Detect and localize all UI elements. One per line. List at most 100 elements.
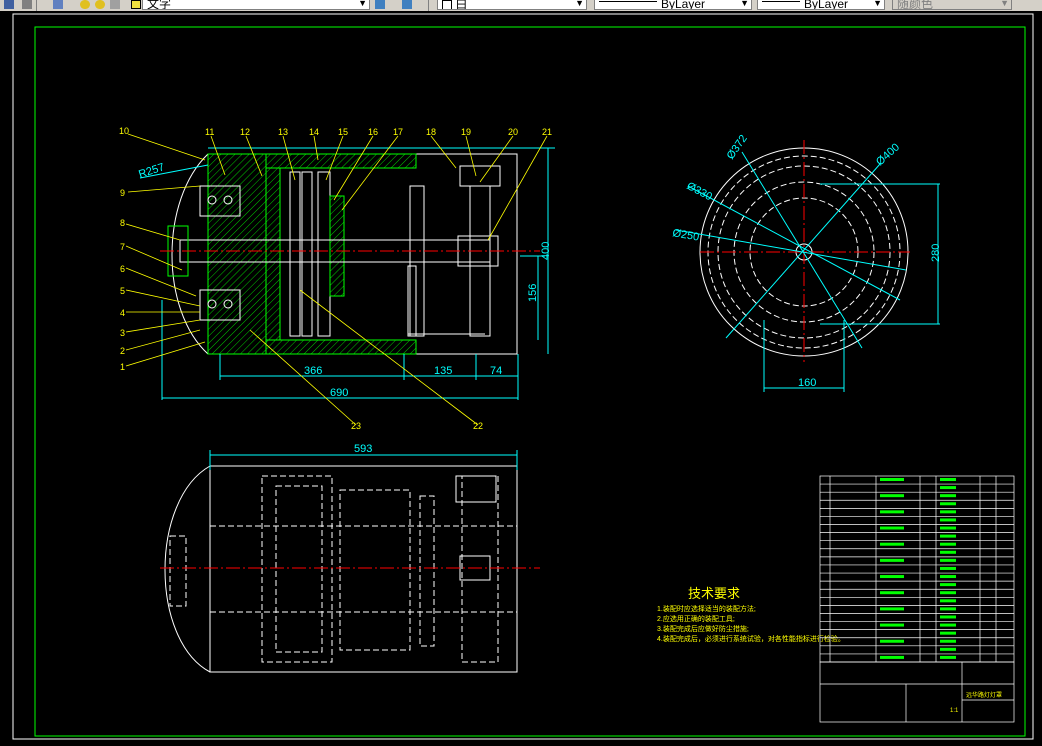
part-label: 17 — [393, 127, 403, 137]
part-label: 10 — [119, 126, 129, 136]
part-label: 20 — [508, 127, 518, 137]
plotstyle-dropdown-value: 随颜色 — [897, 0, 934, 10]
part-label: 21 — [542, 127, 552, 137]
bom-entry-mark — [940, 558, 956, 562]
bom-entry-mark — [880, 623, 904, 627]
bom-entry-mark — [880, 558, 904, 562]
bom-entry-mark — [940, 631, 956, 635]
dim-len-c: 74 — [490, 365, 502, 377]
part-label: 18 — [426, 127, 436, 137]
part-label: 7 — [120, 242, 125, 252]
bom-entry-mark — [940, 639, 956, 643]
dim-len-b: 135 — [434, 365, 452, 377]
bom-entry-mark — [880, 478, 904, 481]
bom-entry-mark — [880, 639, 904, 643]
dim-radius: R257 — [137, 161, 166, 181]
part-label: 22 — [473, 421, 483, 431]
chevron-down-icon: ▼ — [740, 0, 749, 8]
lineweight-dropdown[interactable]: ByLayer ▼ — [757, 0, 885, 10]
drawing-name: 远华路灯灯罩 — [966, 691, 1002, 699]
bom-entry-mark — [940, 599, 956, 603]
lightbulb-icon[interactable] — [80, 0, 90, 9]
drawing-canvas[interactable]: 10 9 8 7 6 5 4 3 2 1 11 12 13 14 15 16 1… — [0, 11, 1042, 741]
lock-icon[interactable] — [110, 0, 120, 9]
front-view: 10 9 8 7 6 5 4 3 2 1 11 12 13 14 15 16 1… — [119, 126, 555, 431]
lineweight-preview — [762, 1, 800, 2]
layer-dropdown[interactable]: 文字 ▼ — [142, 0, 370, 10]
bom-entry-mark — [940, 575, 956, 579]
dim-len-a: 366 — [304, 365, 322, 377]
technical-requirements: 技术要求 1.装配时应选择适当的装配方法; 2.应选用正确的装配工具; 3.装配… — [657, 586, 845, 643]
part-label: 13 — [278, 127, 288, 137]
chevron-down-icon: ▼ — [1000, 0, 1009, 8]
chevron-down-icon: ▼ — [873, 0, 882, 8]
dim-shaft: 156 — [527, 284, 539, 302]
bom-entry-mark — [940, 478, 956, 481]
part-label: 11 — [205, 127, 214, 137]
bom-entry-mark — [880, 542, 904, 546]
bom-entry-mark — [940, 623, 956, 627]
linetype-dropdown-value: ByLayer — [661, 0, 706, 10]
part-label: 23 — [351, 421, 361, 431]
bom-entry-mark — [940, 494, 956, 498]
tech-req-title: 技术要求 — [688, 586, 740, 601]
layer-previous-icon[interactable] — [22, 0, 32, 9]
bom-entry-mark — [940, 510, 956, 514]
bom-entry-mark — [940, 502, 956, 506]
color-dropdown-value: 白 — [455, 0, 468, 10]
bom-entry-mark — [940, 647, 956, 651]
bom-entry-mark — [880, 575, 904, 579]
dim-height: 400 — [540, 242, 552, 260]
tech-req-line: 2.应选用正确的装配工具; — [657, 614, 735, 623]
bom-entry-mark — [940, 566, 956, 570]
tech-req-line: 3.装配完成后应做好防尘措施; — [657, 624, 749, 633]
layer-state-icon[interactable] — [402, 0, 412, 9]
part-label: 8 — [120, 218, 125, 228]
top-view: 593 — [160, 443, 540, 673]
bom-entry-mark — [940, 591, 956, 595]
sun-icon[interactable] — [95, 0, 105, 9]
bom-entry-mark — [940, 526, 956, 530]
part-label: 9 — [120, 188, 125, 198]
bom-entry-mark — [940, 607, 956, 611]
tech-req-line: 4.装配完成后，必须进行系统试验，对各性能指标进行检验。 — [657, 634, 845, 643]
bom-entry-mark — [880, 655, 904, 659]
bom-entry-mark — [940, 615, 956, 619]
bom-entry-mark — [940, 534, 956, 538]
bom-entry-mark — [940, 542, 956, 546]
color-swatch-icon — [131, 0, 141, 9]
bom-entry-mark — [940, 550, 956, 554]
color-dropdown[interactable]: 白 ▼ — [437, 0, 587, 10]
bom-entry-mark — [880, 591, 904, 595]
part-label: 4 — [120, 308, 125, 318]
plotstyle-dropdown[interactable]: 随颜色 ▼ — [892, 0, 1012, 10]
part-label: 6 — [120, 264, 125, 274]
bom-entry-mark — [940, 518, 956, 522]
title-block: 远华路灯灯罩 1:1 — [819, 475, 1015, 723]
scale-value: 1:1 — [950, 708, 959, 714]
part-label: 14 — [309, 127, 319, 137]
layers-stack-icon[interactable] — [53, 0, 63, 9]
part-label: 12 — [240, 127, 250, 137]
dim-d2: Ø400 — [874, 141, 902, 168]
linetype-dropdown[interactable]: ByLayer ▼ — [594, 0, 752, 10]
dim-length: 593 — [354, 443, 372, 455]
part-label: 1 — [120, 362, 125, 372]
part-label: 15 — [338, 127, 348, 137]
chevron-down-icon: ▼ — [358, 0, 367, 8]
bom-entry-mark — [880, 607, 904, 611]
dim-d3: Ø330 — [685, 180, 714, 203]
part-label: 19 — [461, 127, 471, 137]
chevron-down-icon: ▼ — [575, 0, 584, 8]
layer-dropdown-value: 文字 — [147, 0, 172, 10]
sheet-border — [12, 13, 1034, 740]
bom-entry-mark — [880, 510, 904, 514]
make-current-icon[interactable] — [375, 0, 385, 9]
part-label: 3 — [120, 328, 125, 338]
side-view: Ø372 Ø400 Ø330 Ø250 280 160 — [671, 133, 942, 392]
lineweight-dropdown-value: ByLayer — [804, 0, 849, 10]
dim-side-width: 160 — [798, 377, 816, 389]
properties-toolbar: 文字 ▼ 白 ▼ ByLayer ▼ ByLayer ▼ 随颜色 ▼ — [0, 0, 1042, 11]
dim-total: 690 — [330, 387, 348, 399]
layer-icon[interactable] — [4, 0, 14, 9]
